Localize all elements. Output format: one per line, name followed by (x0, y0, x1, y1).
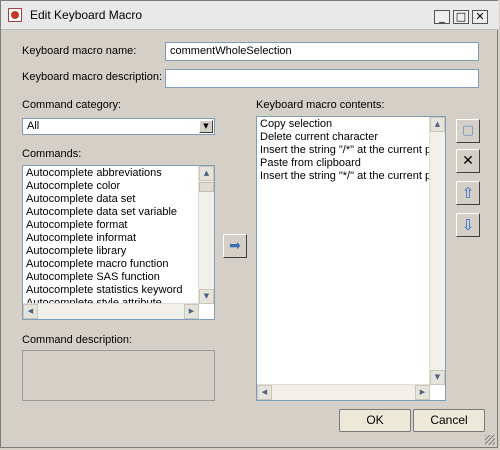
commands-label: Commands: (22, 148, 82, 160)
macro-name-input[interactable]: commentWholeSelection (165, 42, 479, 61)
list-item[interactable]: Autocomplete macro function (26, 258, 168, 271)
list-item[interactable]: Autocomplete format (26, 219, 128, 232)
macro-name-value: commentWholeSelection (170, 45, 292, 57)
move-down-button[interactable]: ⇩ (456, 213, 480, 237)
list-item[interactable]: Autocomplete informat (26, 232, 136, 245)
title-bar[interactable]: Edit Keyboard Macro _ □ ✕ (1, 1, 499, 30)
list-item[interactable]: Autocomplete statistics keyword (26, 284, 183, 297)
app-icon (8, 8, 22, 22)
edit-keyboard-macro-dialog: Edit Keyboard Macro _ □ ✕ Keyboard macro… (0, 0, 499, 448)
ok-button[interactable]: OK (339, 409, 411, 432)
macro-name-label: Keyboard macro name: (22, 45, 137, 57)
list-item[interactable]: Autocomplete data set (26, 193, 135, 206)
command-category-select[interactable]: All ▼ (22, 118, 215, 135)
macro-description-input[interactable] (165, 69, 479, 88)
commands-horizontal-scrollbar[interactable]: ◀ ▶ (23, 303, 199, 319)
add-command-button[interactable]: ➡ (223, 234, 247, 258)
command-description-box (22, 350, 215, 401)
macro-contents-items: Copy selection Delete current character … (257, 118, 430, 386)
scroll-up-icon[interactable]: ▲ (199, 166, 214, 181)
scroll-right-icon[interactable]: ▶ (415, 385, 430, 400)
list-item[interactable]: Paste from clipboard (260, 157, 361, 170)
delete-button[interactable]: ✕ (456, 149, 480, 173)
window-title: Edit Keyboard Macro (30, 8, 143, 22)
new-item-button[interactable]: ▢ (456, 119, 480, 143)
commands-list[interactable]: Autocomplete abbreviations Autocomplete … (22, 165, 215, 320)
contents-horizontal-scrollbar[interactable]: ◀ ▶ (257, 384, 430, 400)
scroll-down-icon[interactable]: ▼ (199, 289, 214, 304)
list-item[interactable]: Autocomplete abbreviations (26, 167, 162, 180)
minimize-button[interactable]: _ (434, 10, 450, 24)
list-item[interactable]: Autocomplete library (26, 245, 126, 258)
move-up-button[interactable]: ⇧ (456, 181, 480, 205)
command-category-label: Command category: (22, 99, 122, 111)
macro-contents-list[interactable]: Copy selection Delete current character … (256, 116, 446, 401)
scroll-down-icon[interactable]: ▼ (430, 370, 445, 385)
command-description-label: Command description: (22, 334, 133, 346)
commands-items: Autocomplete abbreviations Autocomplete … (23, 167, 199, 305)
maximize-button[interactable]: □ (453, 10, 469, 24)
cancel-button[interactable]: Cancel (413, 409, 485, 432)
scroll-right-icon[interactable]: ▶ (184, 304, 199, 319)
list-item[interactable]: Delete current character (260, 131, 378, 144)
scroll-left-icon[interactable]: ◀ (257, 385, 272, 400)
list-item[interactable]: Insert the string "*/" at the current p (260, 170, 430, 183)
list-item[interactable]: Autocomplete SAS function (26, 271, 160, 284)
scroll-thumb[interactable] (199, 182, 214, 192)
list-item[interactable]: Autocomplete color (26, 180, 120, 193)
resize-grip-icon[interactable] (485, 435, 495, 445)
contents-vertical-scrollbar[interactable]: ▲ ▼ (429, 117, 445, 385)
list-item[interactable]: Autocomplete data set variable (26, 206, 177, 219)
macro-contents-label: Keyboard macro contents: (256, 99, 385, 111)
list-item[interactable]: Insert the string "/*" at the current p (260, 144, 430, 157)
scroll-up-icon[interactable]: ▲ (430, 117, 445, 132)
close-button[interactable]: ✕ (472, 10, 488, 24)
command-category-value: All (27, 120, 40, 132)
list-item[interactable]: Copy selection (260, 118, 332, 131)
chevron-down-icon[interactable]: ▼ (199, 120, 213, 133)
commands-vertical-scrollbar[interactable]: ▲ ▼ (198, 166, 214, 304)
scroll-left-icon[interactable]: ◀ (23, 304, 38, 319)
macro-description-label: Keyboard macro description: (22, 71, 163, 83)
